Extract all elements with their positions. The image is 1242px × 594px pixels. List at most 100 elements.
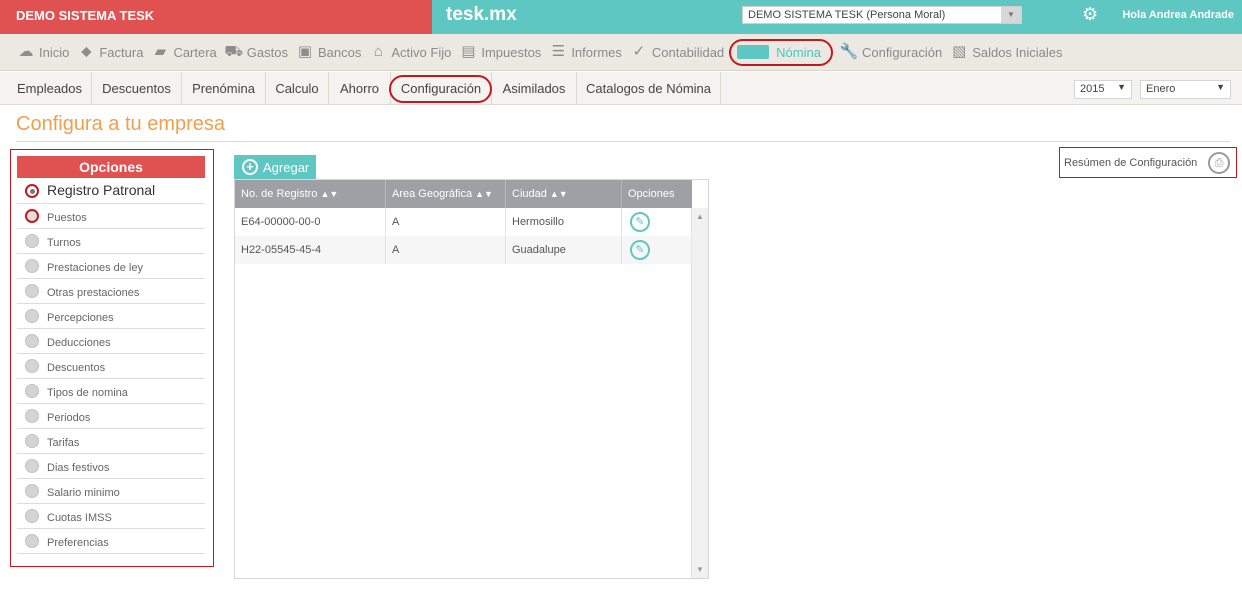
briefcase-icon: ▤	[461, 43, 476, 60]
option-preferencias[interactable]: Preferencias	[17, 529, 205, 554]
printer-icon[interactable]: ⎙	[1208, 152, 1230, 174]
summary-button[interactable]: Resúmen de Configuración ⎙	[1059, 147, 1237, 178]
report-icon: ☰	[551, 43, 566, 60]
radio-icon[interactable]	[25, 259, 39, 273]
radio-icon[interactable]	[25, 284, 39, 298]
option-percepciones[interactable]: Percepciones	[17, 304, 205, 329]
option-tipos-nomina[interactable]: Tipos de nomina	[17, 379, 205, 404]
nav-item-gastos[interactable]: ⛟ Gastos	[224, 43, 288, 61]
radio-icon[interactable]	[25, 209, 39, 223]
option-salario-minimo[interactable]: Salario minimo	[17, 479, 205, 504]
nav-item-saldos-iniciales[interactable]: ▧ Saldos Iniciales	[949, 43, 1062, 61]
nav-item-informes[interactable]: ☰ Informes	[548, 43, 622, 61]
user-greeting[interactable]: Hola Andrea Andrade	[1122, 9, 1234, 21]
option-label: Deducciones	[47, 337, 111, 349]
radio-icon[interactable]	[25, 534, 39, 548]
vertical-scrollbar[interactable]: ▲ ▼	[691, 208, 708, 578]
tab-calculo[interactable]: Calculo	[266, 72, 329, 105]
tab-prenomina[interactable]: Prenómina	[182, 72, 266, 105]
column-header-label: No. de Registro	[241, 188, 318, 200]
radio-icon[interactable]	[25, 234, 39, 248]
option-otras-prestaciones[interactable]: Otras prestaciones	[17, 279, 205, 304]
option-prestaciones-ley[interactable]: Prestaciones de ley	[17, 254, 205, 279]
option-descuentos[interactable]: Descuentos	[17, 354, 205, 379]
year-select[interactable]: 2015 ▼	[1074, 80, 1132, 99]
sort-icon: ▲▼	[549, 189, 568, 199]
nav-item-label: Informes	[571, 44, 622, 60]
column-header-label: Area Geográfica	[392, 188, 473, 200]
option-label: Tarifas	[47, 437, 80, 449]
nav-item-label: Inicio	[39, 44, 70, 60]
option-periodos[interactable]: Periodos	[17, 404, 205, 429]
nav-item-inicio[interactable]: ☁ Inicio	[16, 43, 70, 61]
radio-icon[interactable]	[25, 409, 39, 423]
radio-icon[interactable]	[25, 359, 39, 373]
table-header: No. de Registro ▲▼ Area Geográfica ▲▼ Ciud…	[235, 180, 692, 208]
sort-icon: ▲▼	[320, 189, 339, 199]
add-button[interactable]: + Agregar	[234, 155, 316, 179]
option-label: Registro Patronal	[47, 182, 156, 198]
company-select[interactable]: DEMO SISTEMA TESK (Persona Moral) ▼	[742, 6, 1022, 24]
month-select-value: Enero	[1146, 83, 1176, 95]
option-deducciones[interactable]: Deducciones	[17, 329, 205, 354]
brand-logo[interactable]: tesk.mx	[446, 4, 517, 26]
option-label: Percepciones	[47, 312, 114, 324]
nav-item-factura[interactable]: ⬥ Factura	[76, 43, 143, 61]
nav-item-configuracion[interactable]: 🔧 Configuración	[839, 43, 943, 61]
page-title: Configura a tu empresa	[16, 113, 226, 135]
cell-opciones: ✎	[622, 208, 692, 236]
top-bar: DEMO SISTEMA TESK tesk.mx DEMO SISTEMA T…	[0, 0, 1242, 34]
nav-item-label: Contabilidad	[651, 44, 725, 60]
cell-registro: E64-00000-00-0	[235, 208, 386, 236]
radio-icon[interactable]	[25, 309, 39, 323]
radio-icon[interactable]	[25, 484, 39, 498]
option-registro-patronal[interactable]: Registro Patronal	[17, 179, 205, 204]
column-header-registro[interactable]: No. de Registro ▲▼	[235, 180, 386, 208]
nav-item-label: Configuración	[861, 44, 943, 60]
radio-icon[interactable]	[25, 434, 39, 448]
table-row[interactable]: E64-00000-00-0 A Hermosillo ✎	[235, 208, 692, 236]
option-dias-festivos[interactable]: Dias festivos	[17, 454, 205, 479]
column-header-area[interactable]: Area Geográfica ▲▼	[386, 180, 506, 208]
gear-icon[interactable]: ⚙	[1082, 4, 1098, 25]
chevron-down-icon[interactable]: ▼	[1001, 7, 1021, 23]
edit-pencil-icon[interactable]: ✎	[630, 212, 650, 232]
top-bar-right: tesk.mx DEMO SISTEMA TESK (Persona Moral…	[432, 0, 1242, 34]
wrench-icon: 🔧	[839, 43, 859, 60]
tab-descuentos[interactable]: Descuentos	[92, 72, 182, 105]
option-puestos[interactable]: Puestos	[17, 204, 205, 229]
nav-item-bancos[interactable]: ▣ Bancos	[295, 43, 361, 61]
option-turnos[interactable]: Turnos	[17, 229, 205, 254]
radio-icon[interactable]	[25, 509, 39, 523]
nav-item-nomina[interactable]: Nómina	[729, 38, 833, 66]
house-icon: ⌂	[373, 43, 383, 60]
column-header-ciudad[interactable]: Ciudad ▲▼	[506, 180, 622, 208]
option-label: Periodos	[47, 412, 91, 424]
scroll-down-icon[interactable]: ▼	[696, 565, 704, 574]
nav-item-impuestos[interactable]: ▤ Impuestos	[458, 43, 541, 61]
wallet-icon: ▰	[154, 43, 167, 60]
radio-selected-icon[interactable]	[25, 184, 39, 198]
table-row[interactable]: H22-05545-45-4 A Guadalupe ✎	[235, 236, 692, 264]
nav-item-activo-fijo[interactable]: ⌂ Activo Fijo	[368, 43, 452, 61]
card-icon	[737, 45, 770, 59]
caret-down-icon: ▼	[1117, 82, 1126, 92]
option-tarifas[interactable]: Tarifas	[17, 429, 205, 454]
tab-empleados[interactable]: Empleados	[8, 72, 92, 105]
option-cuotas-imss[interactable]: Cuotas IMSS	[17, 504, 205, 529]
nav-item-cartera[interactable]: ▰ Cartera	[150, 43, 217, 61]
cart-icon: ⛟	[224, 43, 244, 60]
tab-catalogos-nomina[interactable]: Catalogos de Nómina	[577, 72, 721, 105]
radio-icon[interactable]	[25, 459, 39, 473]
tab-ahorro[interactable]: Ahorro	[329, 72, 391, 105]
year-select-value: 2015	[1080, 83, 1105, 95]
month-select[interactable]: Enero ▼	[1140, 80, 1231, 99]
cell-ciudad: Guadalupe	[506, 236, 622, 264]
edit-pencil-icon[interactable]: ✎	[630, 240, 650, 260]
radio-icon[interactable]	[25, 384, 39, 398]
radio-icon[interactable]	[25, 334, 39, 348]
nav-item-contabilidad[interactable]: ✓ Contabilidad	[629, 43, 725, 61]
scroll-up-icon[interactable]: ▲	[696, 212, 704, 221]
tab-asimilados[interactable]: Asimilados	[492, 72, 577, 105]
option-label: Salario minimo	[47, 487, 120, 499]
